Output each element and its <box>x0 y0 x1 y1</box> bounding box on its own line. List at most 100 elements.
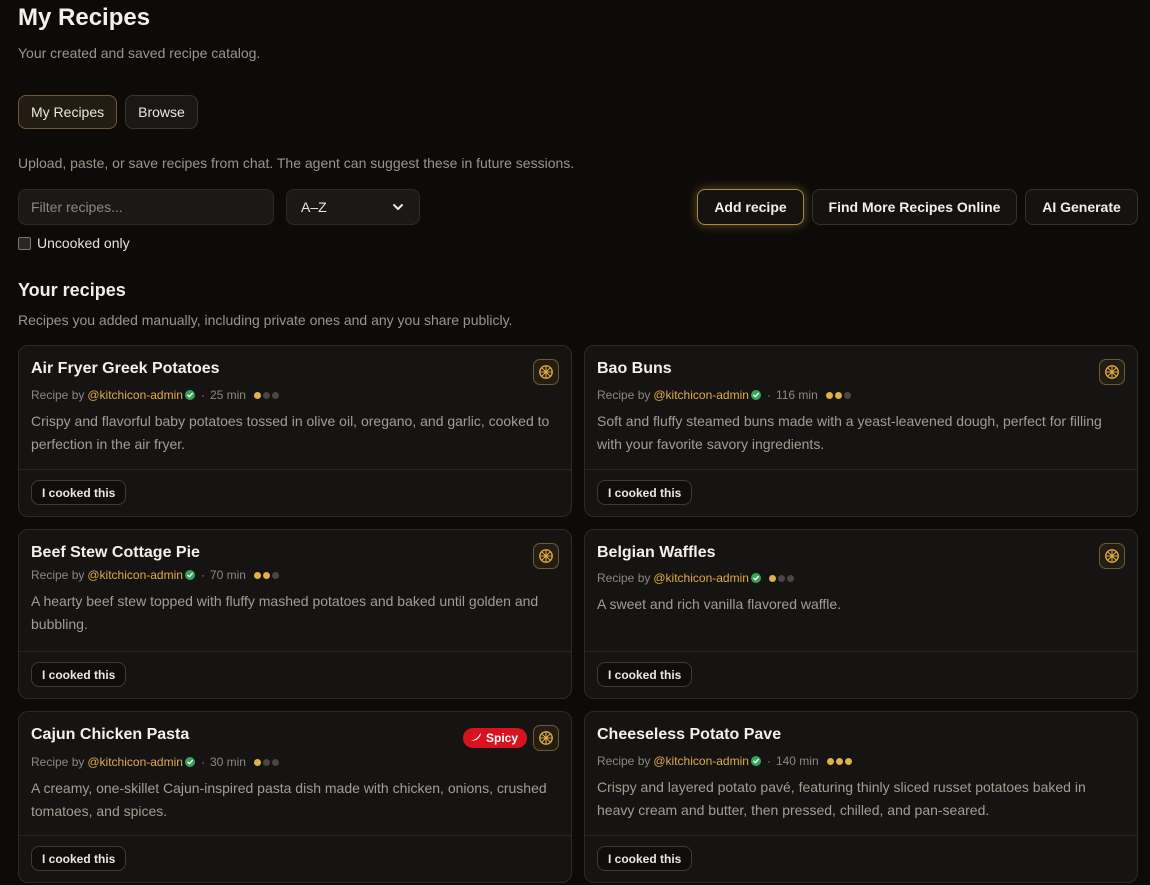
recipe-card[interactable]: Bao Buns Recipe by @kitchicon-admin · 116 mi… <box>584 345 1138 517</box>
meta-separator: · <box>200 755 205 769</box>
spicy-label: Spicy <box>485 731 518 745</box>
difficulty-dot <box>271 758 279 766</box>
difficulty-dot <box>825 391 833 399</box>
section-title: Your recipes <box>18 280 126 300</box>
recipe-card[interactable]: Beef Stew Cottage Pie Recipe by @kitchicon… <box>18 529 572 699</box>
i-cooked-this-button[interactable]: I cooked this <box>597 480 693 505</box>
difficulty-indicator <box>253 391 279 399</box>
difficulty-dot <box>834 391 842 399</box>
i-cooked-this-button[interactable]: I cooked this <box>597 662 693 687</box>
verified-icon <box>184 390 195 400</box>
recipe-description: A creamy, one-skillet Cajun-inspired pas… <box>31 780 547 819</box>
verified-icon <box>750 573 761 583</box>
tab-my-recipes[interactable]: My Recipes <box>18 95 118 129</box>
recipe-by-label: Recipe by <box>31 568 85 582</box>
wheel-icon[interactable] <box>533 725 559 751</box>
recipe-description: A hearty beef stew topped with fluffy ma… <box>31 593 539 632</box>
tab-bar: My Recipes Browse <box>18 95 198 129</box>
recipe-meta: Recipe by @kitchicon-admin <box>597 571 794 585</box>
wheel-icon[interactable] <box>533 543 559 569</box>
difficulty-indicator <box>253 571 279 579</box>
recipe-description: Crispy and flavorful baby potatoes tosse… <box>31 413 550 452</box>
difficulty-indicator <box>825 391 851 399</box>
verified-icon <box>184 757 195 767</box>
page-title: My Recipes <box>18 4 151 31</box>
uncooked-only-toggle[interactable]: Uncooked only <box>18 235 130 251</box>
meta-separator: · <box>766 754 771 768</box>
difficulty-dot <box>843 391 851 399</box>
card-divider <box>19 835 571 836</box>
difficulty-dot <box>844 757 852 765</box>
ai-generate-button[interactable]: AI Generate <box>1025 189 1138 225</box>
difficulty-dot <box>262 571 270 579</box>
recipe-by-label: Recipe by <box>597 388 651 402</box>
author-link[interactable]: @kitchicon-admin <box>653 388 749 402</box>
sort-select-value: A–Z <box>301 199 327 215</box>
recipe-meta: Recipe by @kitchicon-admin · 25 min <box>31 388 279 402</box>
recipe-time: 25 min <box>209 388 246 402</box>
author-link[interactable]: @kitchicon-admin <box>653 571 749 585</box>
recipe-card[interactable]: Cheeseless Potato Pave Recipe by @kitchico… <box>584 711 1138 883</box>
recipe-description: Soft and fluffy steamed buns made with a… <box>597 413 1102 452</box>
recipe-by-label: Recipe by <box>31 388 85 402</box>
tab-browse[interactable]: Browse <box>125 95 198 129</box>
recipe-time: 30 min <box>209 755 246 769</box>
recipe-card[interactable]: Air Fryer Greek Potatoes Recipe by @kitchi… <box>18 345 572 517</box>
difficulty-indicator <box>826 757 852 765</box>
wheel-icon[interactable] <box>1099 543 1125 569</box>
section-subtitle: Recipes you added manually, including pr… <box>18 312 513 328</box>
add-recipe-button[interactable]: Add recipe <box>697 189 804 225</box>
recipe-meta: Recipe by @kitchicon-admin · 116 min <box>597 388 851 402</box>
sort-select[interactable]: A–Z <box>286 189 420 225</box>
i-cooked-this-button[interactable]: I cooked this <box>597 846 693 871</box>
meta-separator: · <box>200 388 205 402</box>
uncooked-only-label: Uncooked only <box>37 235 130 251</box>
card-divider <box>585 469 1137 470</box>
i-cooked-this-button[interactable]: I cooked this <box>31 846 127 871</box>
author-link[interactable]: @kitchicon-admin <box>653 754 749 768</box>
recipe-by-label: Recipe by <box>31 755 85 769</box>
recipe-title[interactable]: Beef Stew Cottage Pie <box>31 544 200 562</box>
pepper-icon <box>470 731 482 745</box>
difficulty-dot <box>253 758 261 766</box>
recipe-title[interactable]: Cheeseless Potato Pave <box>597 726 781 744</box>
recipe-card[interactable]: Cajun Chicken Pasta Spicy Recipe by @kitchi… <box>18 711 572 883</box>
uncooked-only-checkbox[interactable] <box>18 236 31 250</box>
difficulty-dot <box>826 757 834 765</box>
recipe-meta: Recipe by @kitchicon-admin · 70 min <box>31 568 279 582</box>
difficulty-dot <box>777 574 785 582</box>
difficulty-dot <box>253 571 261 579</box>
wheel-icon[interactable] <box>533 359 559 385</box>
page-subtitle: Your created and saved recipe catalog. <box>18 45 261 61</box>
author-link[interactable]: @kitchicon-admin <box>87 388 183 402</box>
recipe-description: Crispy and layered potato pavé, featurin… <box>597 779 1086 818</box>
filter-input[interactable]: Filter recipes... <box>18 189 274 225</box>
card-divider <box>19 469 571 470</box>
find-recipes-online-button[interactable]: Find More Recipes Online <box>812 189 1017 225</box>
recipe-meta: Recipe by @kitchicon-admin · 30 min <box>31 755 279 769</box>
recipe-title[interactable]: Cajun Chicken Pasta <box>31 726 189 744</box>
wheel-icon[interactable] <box>1099 359 1125 385</box>
recipe-meta: Recipe by @kitchicon-admin · 140 min <box>597 754 852 768</box>
difficulty-dot <box>271 571 279 579</box>
difficulty-dot <box>253 391 261 399</box>
recipe-description: A sweet and rich vanilla flavored waffle… <box>597 596 842 612</box>
difficulty-indicator <box>768 574 794 582</box>
spicy-badge: Spicy <box>462 728 527 748</box>
author-link[interactable]: @kitchicon-admin <box>87 755 183 769</box>
upload-hint: Upload, paste, or save recipes from chat… <box>18 155 575 171</box>
recipe-title[interactable]: Belgian Waffles <box>597 544 716 562</box>
difficulty-dot <box>271 391 279 399</box>
verified-icon <box>750 390 761 400</box>
recipe-card[interactable]: Belgian Waffles Recipe by @kitchicon-admin… <box>584 529 1138 699</box>
difficulty-indicator <box>253 758 279 766</box>
recipe-title[interactable]: Bao Buns <box>597 360 672 378</box>
i-cooked-this-button[interactable]: I cooked this <box>31 480 127 505</box>
author-link[interactable]: @kitchicon-admin <box>87 568 183 582</box>
card-divider <box>19 651 571 652</box>
card-divider <box>585 835 1137 836</box>
meta-separator: · <box>766 388 771 402</box>
i-cooked-this-button[interactable]: I cooked this <box>31 662 127 687</box>
recipe-title[interactable]: Air Fryer Greek Potatoes <box>31 360 220 378</box>
recipe-by-label: Recipe by <box>597 571 651 585</box>
